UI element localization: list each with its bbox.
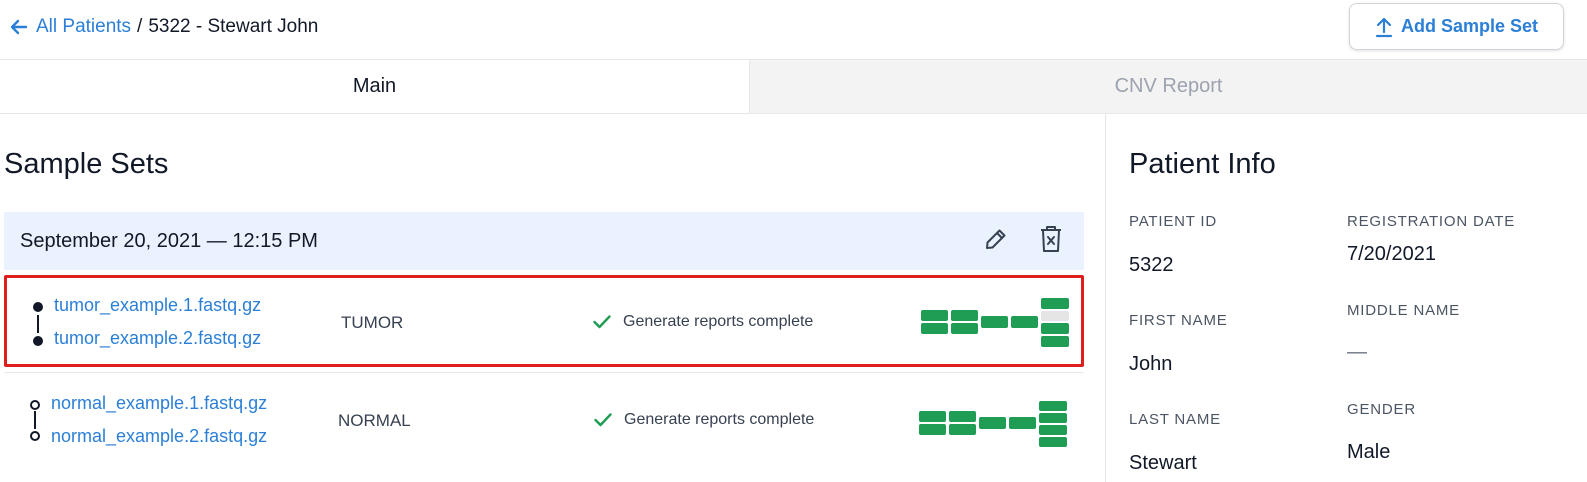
fastq-file-link[interactable]: tumor_example.1.fastq.gz <box>54 295 261 316</box>
patient-info-title: Patient Info <box>1129 148 1276 180</box>
sample-sets-panel: Sample Sets September 20, 2021 — 12:15 P… <box>0 114 1106 482</box>
sample-row-normal[interactable]: normal_example.1.fastq.gz normal_example… <box>4 372 1084 464</box>
patient-id-label: PATIENT ID <box>1129 213 1218 230</box>
pair-link-icon <box>30 400 40 441</box>
breadcrumb: All Patients / 5322 - Stewart John <box>10 16 318 38</box>
first-name-value: John <box>1129 353 1173 375</box>
gender-label: GENDER <box>1347 401 1416 418</box>
sample-type: TUMOR <box>341 313 404 332</box>
middle-name-value: — <box>1347 341 1367 363</box>
breadcrumb-separator: / <box>137 16 143 37</box>
pair-link-icon <box>33 302 43 346</box>
sample-row-tumor[interactable]: tumor_example.1.fastq.gz tumor_example.2… <box>4 275 1084 367</box>
pipeline-progress-indicator[interactable] <box>918 401 1068 451</box>
pencil-icon[interactable] <box>984 227 1008 251</box>
patient-id-value: 5322 <box>1129 254 1174 276</box>
fastq-file-link[interactable]: normal_example.1.fastq.gz <box>51 393 267 414</box>
gender-value: Male <box>1347 441 1391 463</box>
last-name-value: Stewart <box>1129 452 1197 474</box>
sample-status-text: Generate reports complete <box>624 411 815 428</box>
arrow-left-icon <box>10 19 28 35</box>
registration-date-label: REGISTRATION DATE <box>1347 213 1516 230</box>
sample-sets-title: Sample Sets <box>4 148 169 180</box>
sample-status: Generate reports complete <box>593 313 813 331</box>
check-icon <box>593 315 611 329</box>
last-name-label: LAST NAME <box>1129 411 1221 428</box>
middle-name-label: MIDDLE NAME <box>1347 302 1460 319</box>
add-sample-set-label: Add Sample Set <box>1400 16 1539 36</box>
breadcrumb-current: 5322 - Stewart John <box>148 16 319 37</box>
all-patients-label: All Patients <box>36 16 132 37</box>
top-bar: All Patients / 5322 - Stewart John Add S… <box>0 0 1587 60</box>
first-name-label: FIRST NAME <box>1129 312 1228 329</box>
tab-bar: Main CNV Report <box>0 60 1587 114</box>
fastq-file-link[interactable]: tumor_example.2.fastq.gz <box>54 328 261 349</box>
tab-cnv-report[interactable]: CNV Report <box>750 60 1587 113</box>
patient-info-panel: Patient Info PATIENT ID 5322 REGISTRATIO… <box>1107 114 1587 482</box>
sample-status-text: Generate reports complete <box>623 313 814 330</box>
all-patients-link[interactable]: All Patients <box>10 16 131 38</box>
tab-main[interactable]: Main <box>0 60 750 113</box>
sample-status: Generate reports complete <box>594 411 814 429</box>
fastq-file-link[interactable]: normal_example.2.fastq.gz <box>51 426 267 447</box>
trash-icon[interactable] <box>1038 225 1064 253</box>
upload-icon <box>1375 17 1393 37</box>
sample-set-date: September 20, 2021 — 12:15 PM <box>20 229 318 252</box>
check-icon <box>594 413 612 427</box>
registration-date-value: 7/20/2021 <box>1347 243 1436 265</box>
add-sample-set-button[interactable]: Add Sample Set <box>1349 3 1564 50</box>
sample-type: NORMAL <box>338 411 411 430</box>
pipeline-progress-indicator[interactable] <box>920 298 1070 348</box>
sample-set-header: September 20, 2021 — 12:15 PM <box>4 212 1084 270</box>
